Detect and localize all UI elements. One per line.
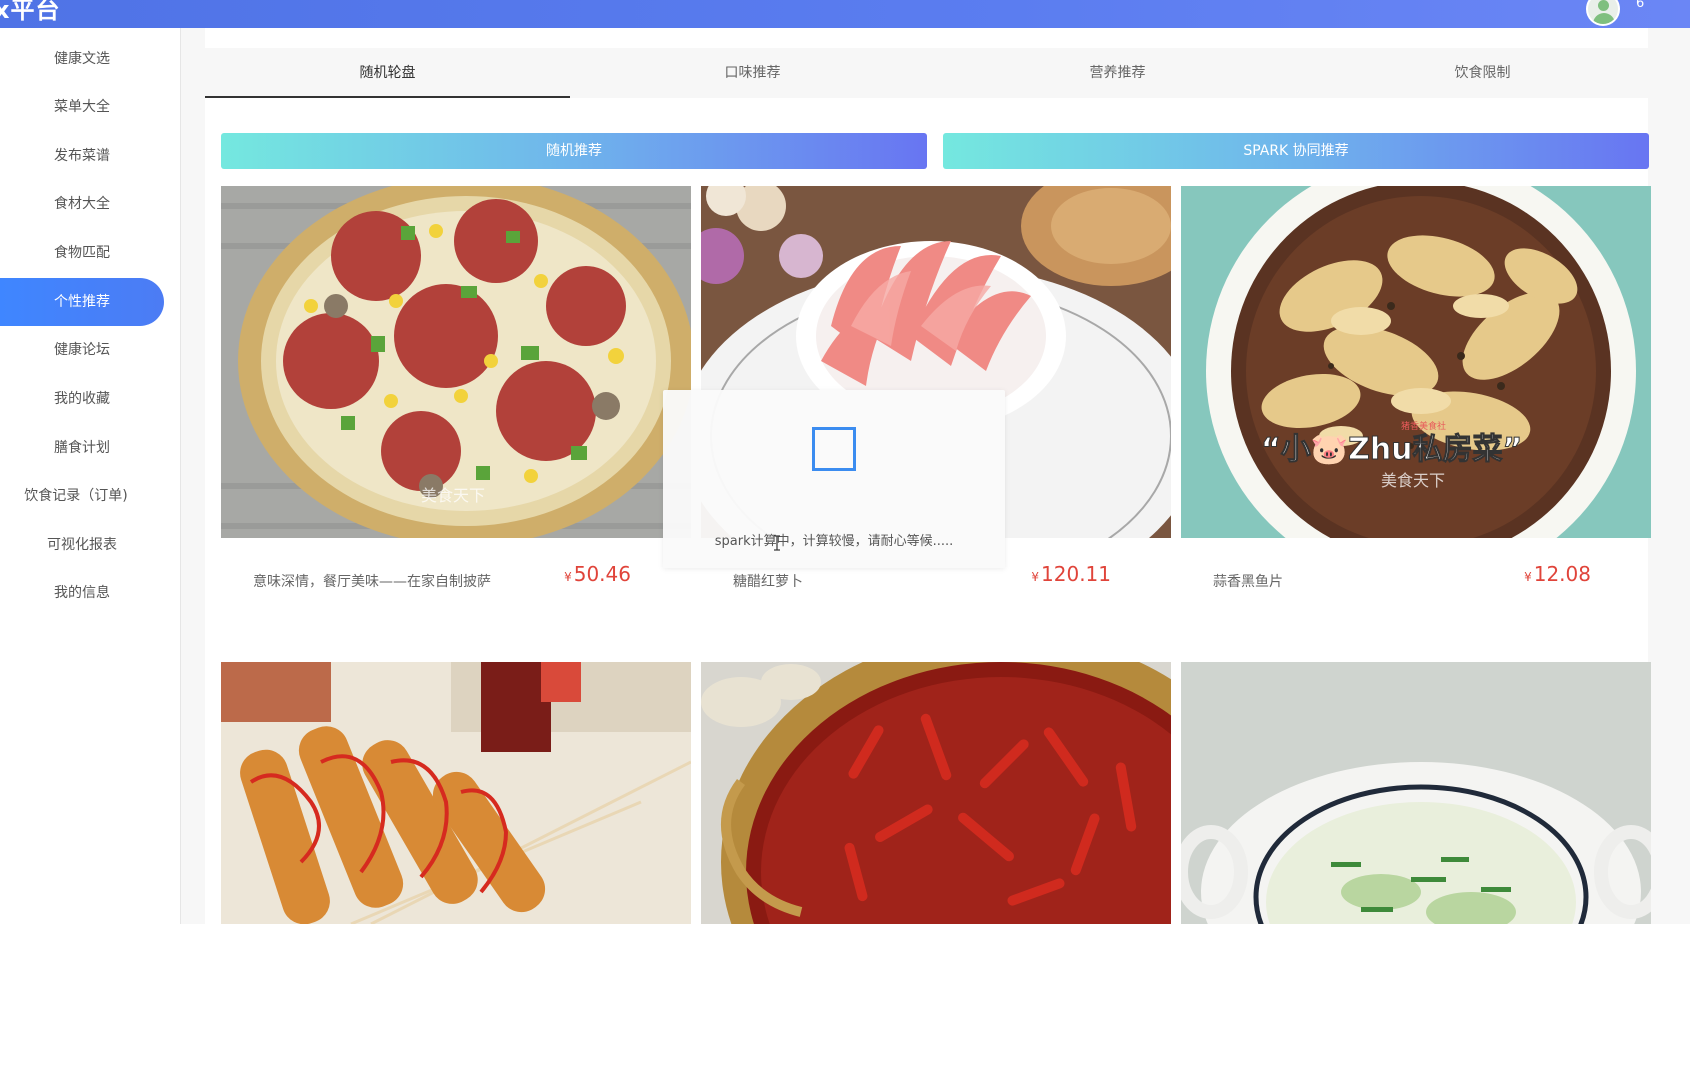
tab-diet-restriction[interactable]: 饮食限制 bbox=[1300, 48, 1665, 98]
window-edge bbox=[1690, 0, 1706, 924]
recipe-card[interactable] bbox=[221, 662, 691, 1092]
sidebar-item-my-info[interactable]: 我的信息 bbox=[0, 569, 164, 617]
spark-recommend-button[interactable]: SPARK 协同推荐 bbox=[943, 133, 1649, 169]
sidebar-item-menu[interactable]: 菜单大全 bbox=[0, 83, 164, 131]
recipe-card[interactable]: 猪香美食社 “小🐷Zhu私房菜” 美食天下 蒜香黑鱼片 ¥12.08 bbox=[1181, 186, 1651, 616]
sidebar-item-publish-recipe[interactable]: 发布菜谱 bbox=[0, 132, 164, 180]
sidebar-item-health-articles[interactable]: 健康文选 bbox=[0, 35, 164, 83]
recipe-photo-winter-melon-soup[interactable] bbox=[1181, 662, 1651, 924]
loading-spinner-icon bbox=[812, 427, 856, 471]
currency-symbol: ¥ bbox=[1524, 570, 1532, 584]
text-cursor-icon bbox=[774, 535, 780, 551]
user-name[interactable]: 6 bbox=[1636, 0, 1644, 11]
currency-symbol: ¥ bbox=[564, 570, 572, 584]
recommend-tabs: 随机轮盘 口味推荐 营养推荐 饮食限制 bbox=[205, 48, 1648, 98]
sidebar-item-favorites[interactable]: 我的收藏 bbox=[0, 375, 164, 423]
currency-symbol: ¥ bbox=[1031, 570, 1040, 584]
random-recommend-button[interactable]: 随机推荐 bbox=[221, 133, 927, 169]
recipe-card[interactable]: 美食天下 意味深情，餐厅美味——在家自制披萨 ¥50.46 bbox=[221, 186, 691, 616]
recipe-photo-pizza[interactable]: 美食天下 bbox=[221, 186, 691, 538]
sidebar-item-ingredients[interactable]: 食材大全 bbox=[0, 180, 164, 228]
active-tab-indicator bbox=[205, 96, 570, 98]
recipe-photo-garlic-fish[interactable]: 猪香美食社 “小🐷Zhu私房菜” 美食天下 bbox=[1181, 186, 1651, 538]
brand-logo-text: x平台 bbox=[0, 0, 61, 24]
tab-nutrition[interactable]: 营养推荐 bbox=[935, 48, 1300, 98]
dish-name[interactable]: 意味深情，餐厅美味——在家自制披萨 bbox=[253, 571, 491, 591]
avatar-head-shape bbox=[1598, 0, 1609, 11]
dish-price: ¥120.11 bbox=[1031, 562, 1111, 586]
spark-loading-dialog: spark计算中，计算较慢，请耐心等候..... bbox=[663, 390, 1005, 568]
sidebar-item-food-match[interactable]: 食物匹配 bbox=[0, 229, 164, 277]
user-avatar[interactable] bbox=[1586, 0, 1620, 26]
loading-message: spark计算中，计算较慢，请耐心等候..... bbox=[714, 534, 954, 549]
sidebar-item-diet-records[interactable]: 饮食记录（订单) bbox=[0, 472, 152, 520]
dish-price: ¥12.08 bbox=[1524, 562, 1591, 586]
sidebar-item-forum[interactable]: 健康论坛 bbox=[0, 326, 164, 374]
sidebar-item-meal-plan[interactable]: 膳食计划 bbox=[0, 424, 164, 472]
recipe-photo-chili-pot[interactable] bbox=[701, 662, 1171, 924]
image-watermark-small: 猪香美食社 bbox=[1401, 420, 1446, 432]
image-watermark: 美食天下 bbox=[421, 486, 485, 505]
dish-price: ¥50.46 bbox=[564, 562, 631, 586]
dish-name[interactable]: 糖醋红萝卜 bbox=[733, 571, 803, 591]
price-value: 120.11 bbox=[1041, 562, 1111, 586]
price-value: 50.46 bbox=[573, 562, 631, 586]
top-header: x平台 6 bbox=[0, 0, 1690, 28]
image-overlay-text: “小🐷Zhu私房菜” bbox=[1261, 432, 1522, 467]
recipe-card[interactable] bbox=[701, 662, 1171, 1092]
sidebar-item-personal-recommend[interactable]: 个性推荐 bbox=[0, 278, 164, 326]
dish-name[interactable]: 蒜香黑鱼片 bbox=[1213, 571, 1283, 591]
recipe-photo-corn-dogs[interactable] bbox=[221, 662, 691, 924]
sidebar-item-reports[interactable]: 可视化报表 bbox=[0, 521, 164, 569]
tab-taste[interactable]: 口味推荐 bbox=[570, 48, 935, 98]
recipe-card[interactable] bbox=[1181, 662, 1651, 1092]
sidebar-nav: 健康文选 菜单大全 发布菜谱 食材大全 食物匹配 个性推荐 健康论坛 我的收藏 … bbox=[0, 28, 181, 924]
price-value: 12.08 bbox=[1533, 562, 1591, 586]
image-watermark: 美食天下 bbox=[1381, 471, 1445, 490]
avatar-body-shape bbox=[1593, 13, 1615, 24]
tab-random-wheel[interactable]: 随机轮盘 bbox=[205, 48, 570, 98]
